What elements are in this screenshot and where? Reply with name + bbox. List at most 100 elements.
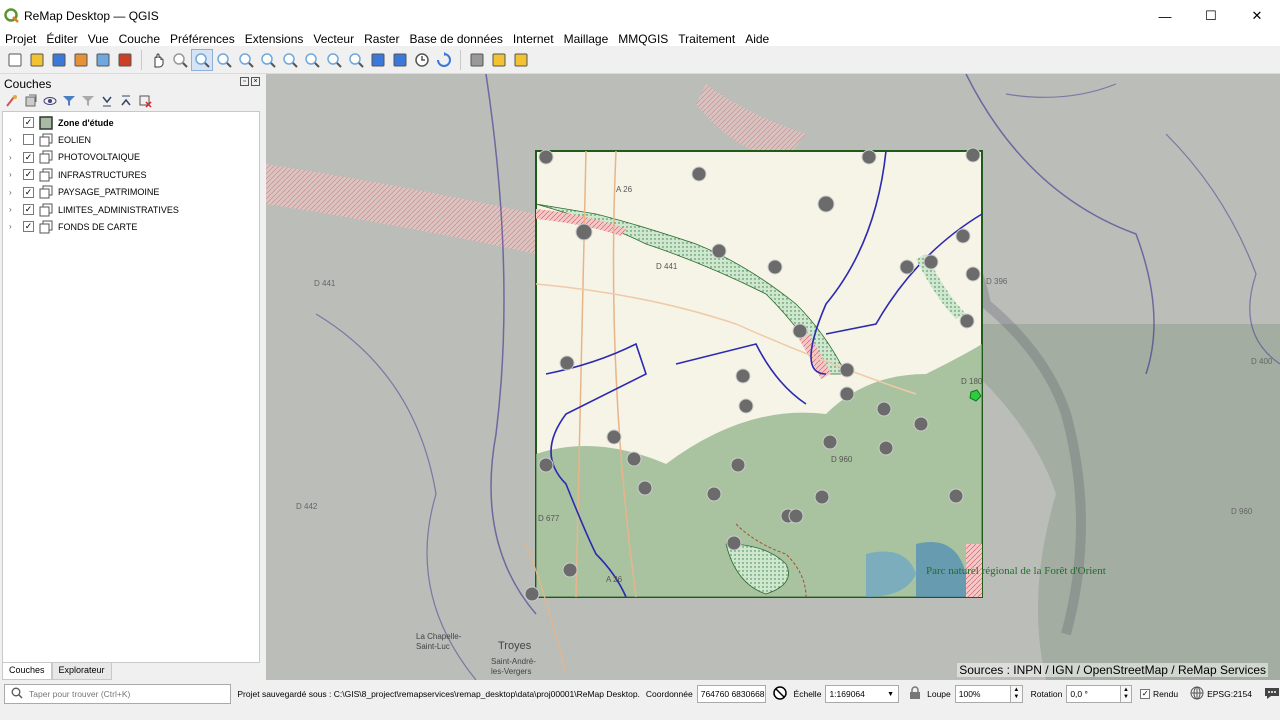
layer-visibility-checkbox[interactable]: ✓ [23,151,34,163]
pan-icon[interactable] [147,49,169,71]
zoom-to-layer-icon[interactable] [279,49,301,71]
layer-visibility-checkbox[interactable]: ✓ [23,221,34,233]
expand-all-icon[interactable] [99,93,115,109]
expand-arrow-icon[interactable]: › [9,170,17,179]
save-as-icon[interactable] [70,49,92,71]
refresh-icon[interactable] [433,49,455,71]
expand-arrow-icon[interactable]: › [9,205,17,214]
zoom-last-icon[interactable] [323,49,345,71]
layer-name: Zone d'étude [58,117,114,128]
map-canvas[interactable]: Parc naturel régional de la Forêt d'Orie… [266,74,1280,680]
magnifier-spinner[interactable]: ▲ ▼ [1011,685,1023,703]
close-button[interactable]: ✕ [1234,0,1280,32]
layer-row[interactable]: ✓ Zone d'étude [3,114,259,131]
layer-row[interactable]: › ✓ FONDS DE CARTE [3,218,259,235]
menu-item-3[interactable]: Couche [114,32,165,46]
menu-item-1[interactable]: Éditer [41,32,82,46]
layer-group-icon [39,150,53,164]
maximize-button[interactable]: ☐ [1188,0,1234,32]
crs-button[interactable]: EPSG:2154 [1207,689,1252,699]
menu-item-2[interactable]: Vue [83,32,114,46]
manage-visibility-icon[interactable] [42,93,58,109]
menu-item-9[interactable]: Internet [508,32,559,46]
open-project-icon[interactable] [26,49,48,71]
temporal-controller-icon[interactable] [411,49,433,71]
panel-tab-layers[interactable]: Couches [2,663,52,680]
layer-visibility-checkbox[interactable]: ✓ [23,186,34,198]
layer-visibility-checkbox[interactable]: ✓ [23,204,34,215]
new-project-icon[interactable] [4,49,26,71]
layer-visibility-checkbox[interactable]: ✓ [23,117,34,128]
deselect-icon[interactable] [510,49,532,71]
city-label-troyes: Troyes [498,640,532,652]
menu-item-13[interactable]: Aide [740,32,774,46]
lock-icon[interactable] [909,686,921,702]
expand-arrow-icon[interactable]: › [9,153,17,162]
zoom-out-icon[interactable] [213,49,235,71]
new-bookmark-icon[interactable] [367,49,389,71]
map-rendering: Parc naturel régional de la Forêt d'Orie… [266,74,1280,680]
menu-item-10[interactable]: Maillage [559,32,614,46]
menu-item-7[interactable]: Raster [359,32,404,46]
menu-item-12[interactable]: Traitement [673,32,740,46]
bottom-strip [0,708,1280,720]
magnifier-label: Loupe [927,689,951,699]
layer-row[interactable]: › EOLIEN [3,131,259,148]
float-panel-button[interactable]: ▫ [240,77,249,86]
zoom-native-icon[interactable] [301,49,323,71]
layer-visibility-checkbox[interactable] [23,134,34,146]
layer-row[interactable]: › ✓ INFRASTRUCTURES [3,166,259,183]
menu-item-0[interactable]: Projet [0,32,41,46]
layers-panel: Couches ▫ × ✓ Zone d'étude › EOLIEN › ✓ PHOTOV… [0,74,266,680]
style-manager-icon[interactable] [114,49,136,71]
coordinate-field[interactable]: 764760 6830668 [696,685,766,703]
status-bar: Taper pour trouver (Ctrl+K) Projet sauve… [0,680,1280,708]
qgis-logo-icon [4,8,19,23]
remove-layer-icon[interactable] [137,93,153,109]
minimize-button[interactable]: — [1142,0,1188,32]
menu-item-8[interactable]: Base de données [404,32,507,46]
scale-label: Échelle [793,689,822,699]
style-icon[interactable] [4,93,20,109]
pan-to-selection-icon[interactable] [169,49,191,71]
expand-arrow-icon[interactable]: › [9,135,17,144]
zoom-next-icon[interactable] [345,49,367,71]
panel-tab-browser[interactable]: Explorateur [51,663,112,680]
close-panel-button[interactable]: × [251,77,260,86]
scale-combobox[interactable]: 1:169064 ▼ [825,685,900,703]
layer-visibility-checkbox[interactable]: ✓ [23,169,34,181]
select-icon[interactable] [488,49,510,71]
locator-search-input[interactable]: Taper pour trouver (Ctrl+K) [4,684,232,704]
collapse-all-icon[interactable] [118,93,134,109]
layer-group-icon [39,133,53,147]
layer-row[interactable]: › ✓ PHOTOVOLTAIQUE [3,149,259,166]
rotation-field[interactable]: 0,0 ° [1066,685,1121,703]
save-project-icon[interactable] [48,49,70,71]
coordinate-label: Coordonnée [645,689,693,699]
menu-item-11[interactable]: MMQGIS [613,32,673,46]
show-bookmarks-icon[interactable] [389,49,411,71]
rotation-spinner[interactable]: ▲ ▼ [1120,685,1133,703]
zoom-full-icon[interactable] [235,49,257,71]
magnifier-field[interactable]: 100% [954,685,1012,703]
add-group-icon[interactable] [23,93,39,109]
expand-arrow-icon[interactable]: › [9,222,17,231]
chevron-down-icon: ▼ [887,690,895,698]
layers-panel-title: Couches [4,77,52,91]
layer-group-icon [39,220,53,234]
menu-item-5[interactable]: Extensions [240,32,309,46]
menu-item-4[interactable]: Préférences [165,32,240,46]
filter-expression-icon[interactable] [80,93,96,109]
filter-icon[interactable] [61,93,77,109]
layer-row[interactable]: › ✓ LIMITES_ADMINISTRATIVES [3,201,259,218]
expand-arrow-icon[interactable]: › [9,188,17,197]
zoom-in-icon[interactable] [191,48,213,71]
messages-icon[interactable] [1264,686,1280,702]
menu-item-6[interactable]: Vecteur [308,32,359,46]
layer-row[interactable]: › ✓ PAYSAGE_PATRIMOINE [3,184,259,201]
extents-toggle-icon[interactable] [772,685,788,703]
print-layout-icon[interactable] [92,49,114,71]
render-checkbox[interactable]: ✓ [1140,689,1151,699]
zoom-to-selection-icon[interactable] [257,49,279,71]
identify-icon[interactable] [466,49,488,71]
